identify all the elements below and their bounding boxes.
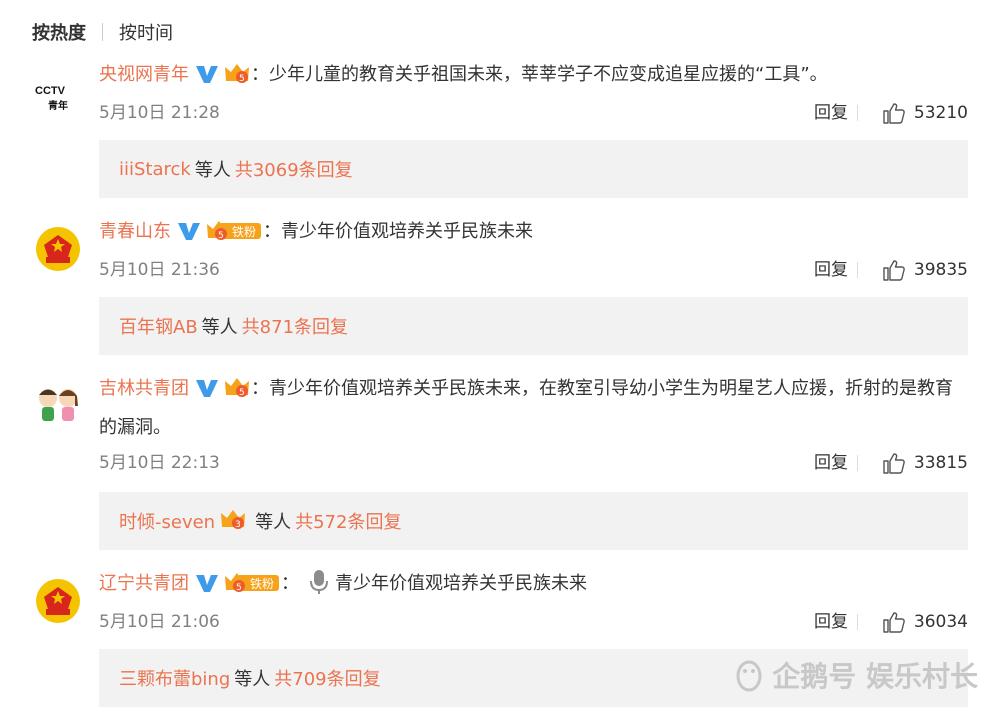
comment-body: 吉林共青团 5 ：青少年价值观培养关乎民族未来，在教室引导幼小学生为明星艺人应援，折…	[99, 372, 964, 445]
comment-body: 辽宁共青团 5 铁粉 ： 青少年价值观培养关乎民族未来	[99, 567, 964, 607]
username[interactable]: 辽宁共青团	[99, 573, 189, 594]
watermark-text: 企鹅号 娱乐村长	[772, 660, 978, 693]
reply-summary[interactable]: 百年钢AB 等人 共871条回复	[99, 297, 968, 355]
reply-count-link[interactable]: 共3069条回复	[235, 156, 353, 182]
svg-text:3: 3	[235, 520, 241, 530]
verified-icon	[195, 571, 219, 605]
reply-summary[interactable]: iiiStarck 等人 共3069条回复	[99, 140, 968, 198]
timestamp: 5月10日 21:28	[99, 103, 220, 123]
reply-username[interactable]: 百年钢AB	[119, 313, 198, 339]
colon: ：	[251, 378, 269, 399]
like-button[interactable]: 36034	[882, 609, 968, 635]
avatar[interactable]: CCTV 青年	[32, 66, 84, 118]
thumbs-up-icon	[883, 260, 905, 281]
like-button[interactable]: 33815	[882, 450, 968, 476]
reply-others-label: 等人	[255, 512, 292, 533]
sort-by-hot[interactable]: 按热度	[32, 19, 86, 45]
thumbs-up-icon	[883, 612, 905, 633]
comment-text: 青少年价值观培养关乎民族未来	[281, 221, 533, 242]
reply-button[interactable]: 回复	[814, 100, 848, 126]
comment-meta: 5月10日 22:13 回复 33815	[99, 450, 968, 476]
reply-username[interactable]: iiiStarck	[119, 159, 191, 180]
divider	[857, 105, 858, 121]
avatar[interactable]	[32, 380, 84, 432]
reply-button[interactable]: 回复	[814, 450, 848, 476]
comment-meta: 5月10日 21:36 回复 39835	[99, 257, 968, 283]
youth-league-emblem-icon	[36, 227, 80, 271]
thumbs-up-icon	[883, 103, 905, 124]
svg-text:青年: 青年	[48, 99, 68, 112]
verified-icon	[195, 62, 219, 96]
avatar[interactable]	[32, 223, 84, 275]
reply-others-label: 等人	[201, 317, 238, 338]
avatar[interactable]	[32, 575, 84, 627]
comment-body: 青春山东 5 铁粉 ：青少年价值观培养关乎民族未来	[99, 215, 964, 254]
like-button[interactable]: 39835	[882, 257, 968, 283]
sort-by-time[interactable]: 按时间	[119, 19, 173, 45]
penguin-logo-icon	[736, 660, 762, 692]
colon: ：	[251, 64, 269, 85]
svg-text:5: 5	[236, 583, 242, 593]
timestamp: 5月10日 22:13	[99, 453, 220, 473]
watermark: 企鹅号 娱乐村长	[732, 655, 978, 695]
reply-username[interactable]: 时倾-seven	[119, 508, 215, 534]
colon: ：	[263, 221, 281, 242]
like-count: 53210	[913, 103, 968, 123]
cctv-logo-icon: CCTV 青年	[32, 66, 84, 118]
fan-badge-icon: 5 铁粉	[223, 570, 281, 606]
divider	[857, 455, 858, 471]
svg-text:5: 5	[218, 231, 224, 241]
svg-text:5: 5	[239, 74, 245, 84]
svg-text:5: 5	[239, 388, 245, 398]
reply-others-label: 等人	[194, 160, 231, 181]
svg-text:铁粉: 铁粉	[250, 577, 274, 591]
username[interactable]: 央视网青年	[99, 64, 189, 85]
timestamp: 5月10日 21:06	[99, 612, 220, 632]
comment-text: 青少年价值观培养关乎民族未来	[335, 573, 587, 594]
sort-bar: 按热度 按时间	[32, 18, 173, 46]
comment-meta: 5月10日 21:06 回复 36034	[99, 609, 968, 635]
username[interactable]: 青春山东	[99, 221, 171, 242]
thumbs-up-icon	[883, 453, 905, 474]
verified-icon	[177, 219, 201, 253]
reply-button[interactable]: 回复	[814, 257, 848, 283]
like-count: 33815	[913, 453, 968, 473]
divider	[857, 262, 858, 278]
colon: ：	[281, 573, 299, 594]
svg-text:铁粉: 铁粉	[232, 225, 256, 239]
comment-body: 央视网青年 5 ：少年儿童的教育关乎祖国未来，莘莘学子不应变成追星应援的“工具”。	[99, 58, 964, 97]
reply-username[interactable]: 三颗布蕾bing	[119, 665, 230, 691]
reply-summary[interactable]: 时倾-seven 3 等人 共572条回复	[99, 492, 968, 550]
member-crown-icon: 5	[223, 375, 251, 411]
divider	[102, 23, 103, 41]
member-crown-icon: 5	[223, 61, 251, 97]
reply-others-label: 等人	[234, 669, 271, 690]
comment-text: 少年儿童的教育关乎祖国未来，莘莘学子不应变成追星应援的“工具”。	[269, 64, 828, 85]
like-count: 36034	[913, 612, 968, 632]
member-crown-icon: 3	[219, 507, 247, 536]
reply-count-link[interactable]: 共871条回复	[242, 313, 348, 339]
microphone-icon	[309, 569, 329, 607]
timestamp: 5月10日 21:36	[99, 260, 220, 280]
fan-badge-icon: 5 铁粉	[205, 218, 263, 254]
cartoon-kids-icon	[39, 389, 78, 421]
svg-text:CCTV: CCTV	[35, 85, 66, 97]
divider	[857, 614, 858, 630]
verified-icon	[195, 376, 219, 410]
like-count: 39835	[913, 260, 968, 280]
reply-button[interactable]: 回复	[814, 609, 848, 635]
comment-meta: 5月10日 21:28 回复 53210	[99, 100, 968, 126]
username[interactable]: 吉林共青团	[99, 378, 189, 399]
youth-league-emblem-icon	[36, 579, 80, 623]
reply-count-link[interactable]: 共709条回复	[274, 665, 380, 691]
reply-count-link[interactable]: 共572条回复	[295, 508, 401, 534]
like-button[interactable]: 53210	[882, 100, 968, 126]
